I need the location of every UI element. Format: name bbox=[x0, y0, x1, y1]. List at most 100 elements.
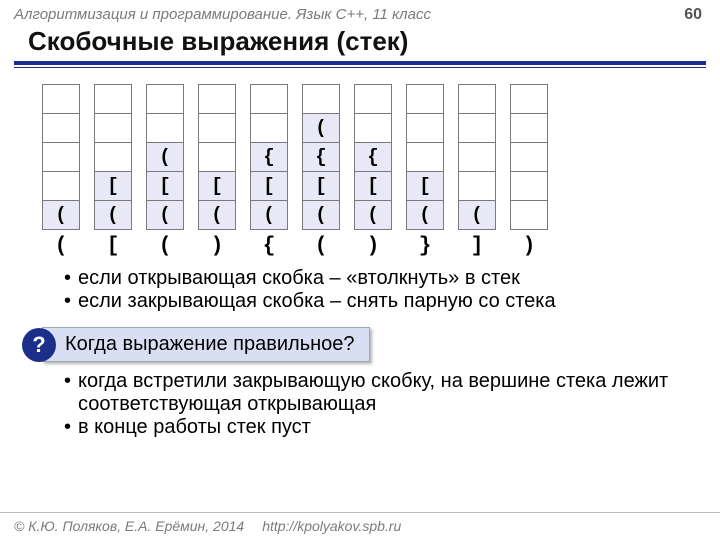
stack-cell bbox=[302, 84, 340, 114]
stack-cell: ( bbox=[146, 200, 184, 230]
stack-cell: [ bbox=[250, 171, 288, 201]
stack-cell: { bbox=[302, 142, 340, 172]
stack-cell bbox=[42, 113, 80, 143]
rule-item: •если открывающая скобка – «втолкнуть» в… bbox=[64, 267, 720, 290]
stack-cell: [ bbox=[406, 171, 444, 201]
stack-cell bbox=[94, 84, 132, 114]
question-text: Когда выражение правильное? bbox=[42, 327, 370, 362]
stack-cell: [ bbox=[146, 171, 184, 201]
stack-column: (] bbox=[458, 84, 496, 257]
stack-cell bbox=[458, 142, 496, 172]
stack-cell: { bbox=[354, 142, 392, 172]
answer-text: когда встретили закрывающую скобку, на в… bbox=[78, 370, 680, 416]
stack-input-char: ( bbox=[55, 236, 68, 257]
page-title: Скобочные выражения (стек) bbox=[0, 26, 720, 61]
stack: ( bbox=[42, 84, 80, 230]
stack-cell bbox=[198, 84, 236, 114]
stack-cell bbox=[458, 113, 496, 143]
rule-text: если открывающая скобка – «втолкнуть» в … bbox=[78, 267, 520, 290]
stack-cell: ( bbox=[198, 200, 236, 230]
stack-cell bbox=[458, 171, 496, 201]
stack bbox=[510, 84, 548, 230]
stack-column: [() bbox=[198, 84, 236, 257]
stack-input-char: } bbox=[419, 236, 432, 257]
stack-input-char: [ bbox=[107, 236, 120, 257]
stack-cell bbox=[406, 113, 444, 143]
bullet-icon: • bbox=[64, 370, 78, 416]
header: Алгоритмизация и программирование. Язык … bbox=[0, 0, 720, 26]
stack-column: {[({ bbox=[250, 84, 288, 257]
stack-cell bbox=[510, 171, 548, 201]
stack-cell bbox=[510, 84, 548, 114]
bullet-icon: • bbox=[64, 267, 78, 290]
stack-diagram: (([([([(([(){[({({[(({[()[(}(]) bbox=[0, 68, 720, 257]
stack-input-char: ( bbox=[159, 236, 172, 257]
course-label: Алгоритмизация и программирование. Язык … bbox=[14, 6, 431, 24]
stack-cell bbox=[510, 142, 548, 172]
rules-list: •если открывающая скобка – «втолкнуть» в… bbox=[0, 257, 720, 313]
stack-cell bbox=[146, 113, 184, 143]
stack: [( bbox=[94, 84, 132, 230]
stack-cell bbox=[94, 113, 132, 143]
stack-cell: [ bbox=[354, 171, 392, 201]
bullet-icon: • bbox=[64, 416, 78, 439]
page-number: 60 bbox=[684, 6, 702, 24]
stack-cell: ( bbox=[146, 142, 184, 172]
answer-item: •в конце работы стек пуст bbox=[64, 416, 680, 439]
stack-cell bbox=[198, 142, 236, 172]
stack-input-char: ) bbox=[367, 236, 380, 257]
answer-text: в конце работы стек пуст bbox=[78, 416, 311, 439]
stack-cell: [ bbox=[94, 171, 132, 201]
stack-cell bbox=[146, 84, 184, 114]
stack-input-char: ( bbox=[315, 236, 328, 257]
stack-column: (( bbox=[42, 84, 80, 257]
stack-cell bbox=[406, 84, 444, 114]
stack: [( bbox=[406, 84, 444, 230]
stack: [( bbox=[198, 84, 236, 230]
stack-column: {[() bbox=[354, 84, 392, 257]
stack-cell: ( bbox=[94, 200, 132, 230]
answer-item: •когда встретили закрывающую скобку, на … bbox=[64, 370, 680, 416]
stack-column: ([(( bbox=[146, 84, 184, 257]
stack-cell: ( bbox=[354, 200, 392, 230]
stack-column: ) bbox=[510, 84, 548, 257]
stack-input-char: ) bbox=[523, 236, 536, 257]
stack: {[( bbox=[354, 84, 392, 230]
stack-cell: ( bbox=[42, 200, 80, 230]
footer-url: http://kpolyakov.spb.ru bbox=[262, 518, 401, 534]
stack-cell: ( bbox=[250, 200, 288, 230]
footer: © К.Ю. Поляков, Е.А. Ерёмин, 2014 http:/… bbox=[0, 512, 720, 540]
stack-cell bbox=[42, 142, 80, 172]
stack-input-char: { bbox=[263, 236, 276, 257]
rule-text: если закрывающая скобка – снять парную с… bbox=[78, 290, 556, 313]
stack-cell bbox=[354, 84, 392, 114]
stack-cell bbox=[94, 142, 132, 172]
stack-cell: ( bbox=[406, 200, 444, 230]
stack: ( bbox=[458, 84, 496, 230]
rule-item: •если закрывающая скобка – снять парную … bbox=[64, 290, 720, 313]
answers-list: •когда встретили закрывающую скобку, на … bbox=[0, 362, 720, 439]
copyright: © К.Ю. Поляков, Е.А. Ерёмин, 2014 bbox=[14, 518, 244, 534]
stack-cell: ( bbox=[458, 200, 496, 230]
stack-cell bbox=[510, 113, 548, 143]
stack-column: [([ bbox=[94, 84, 132, 257]
stack-cell bbox=[250, 113, 288, 143]
stack-cell bbox=[406, 142, 444, 172]
stack-cell: [ bbox=[198, 171, 236, 201]
stack-cell: ( bbox=[302, 113, 340, 143]
stack-input-char: ] bbox=[471, 236, 484, 257]
stack-input-char: ) bbox=[211, 236, 224, 257]
question-mark-icon: ? bbox=[22, 328, 56, 362]
stack-cell: [ bbox=[302, 171, 340, 201]
title-rule-thick bbox=[14, 61, 706, 65]
stack-cell bbox=[458, 84, 496, 114]
bullet-icon: • bbox=[64, 290, 78, 313]
stack-cell bbox=[42, 171, 80, 201]
stack: {[( bbox=[250, 84, 288, 230]
stack-cell: { bbox=[250, 142, 288, 172]
stack-cell bbox=[354, 113, 392, 143]
stack: ([( bbox=[146, 84, 184, 230]
stack-column: ({[(( bbox=[302, 84, 340, 257]
question-block: ? Когда выражение правильное? bbox=[22, 327, 720, 362]
stack-cell bbox=[250, 84, 288, 114]
